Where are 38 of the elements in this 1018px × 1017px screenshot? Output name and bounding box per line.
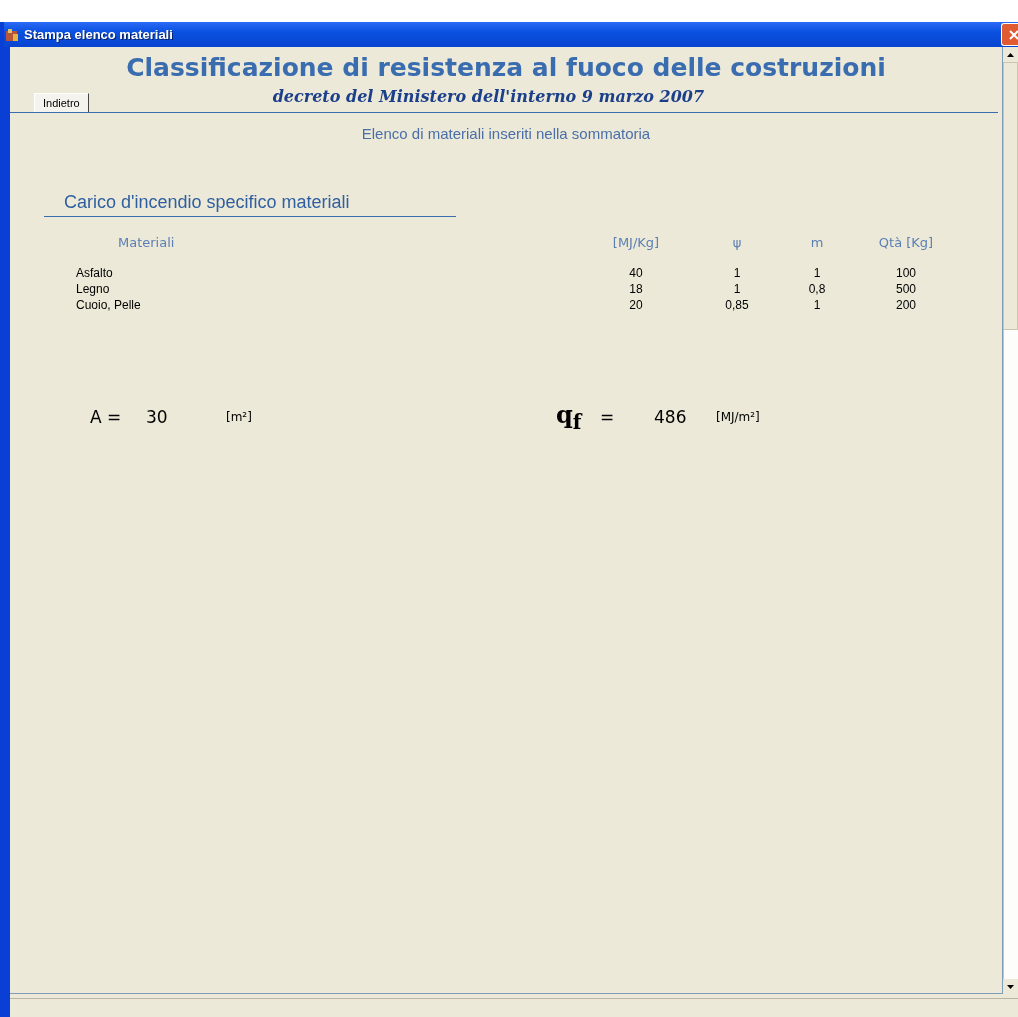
- table-cell-text: 18: [628, 282, 644, 296]
- close-button[interactable]: [1001, 23, 1018, 46]
- table-cell-text: Legno: [76, 282, 111, 296]
- area-label: A =: [90, 406, 123, 427]
- table-cell-text: 1: [732, 282, 742, 296]
- table-cell-text: 1: [812, 298, 822, 312]
- back-button[interactable]: Indietro: [34, 93, 89, 112]
- table-cell-text: 1: [812, 266, 822, 280]
- down-arrow-icon[interactable]: [1007, 984, 1014, 989]
- column-header: Qtà [Kg]: [877, 235, 935, 250]
- table-cell-text: 500: [895, 282, 917, 296]
- app-icon: [4, 26, 20, 43]
- list-caption: Elenco di materiali inseriti nella sommatoria: [360, 125, 652, 142]
- window-title: Stampa elenco materiali: [24, 27, 173, 42]
- table-cell-text: 1: [732, 266, 742, 280]
- up-arrow-icon[interactable]: [1007, 52, 1014, 57]
- table-cell-text: 100: [895, 266, 917, 280]
- table-cell-text: Cuoio, Pelle: [76, 298, 142, 312]
- table-cell-text: 40: [628, 266, 644, 280]
- section-title: Carico d'incendio specifico materiali: [44, 192, 456, 217]
- column-header: m: [809, 235, 825, 250]
- close-icon: [1008, 29, 1018, 40]
- page-subtitle: decreto del Ministero dell'interno 9 marzo 2007: [271, 87, 706, 108]
- load-label: q$_{f}$: [556, 400, 584, 434]
- table-cell-text: 0,8: [807, 282, 827, 296]
- table-cell-text: Asfalto: [76, 266, 114, 280]
- table-cell-text: 20: [628, 298, 644, 312]
- load-value: 486: [654, 406, 688, 427]
- equals-sign: =: [600, 406, 616, 427]
- load-unit: [MJ/m²]: [716, 409, 760, 424]
- column-header: [MJ/Kg]: [611, 235, 661, 250]
- area-value: 30: [146, 406, 169, 427]
- page-heading: Classificazione di resistenza al fuoco delle costruzioni: [125, 53, 887, 82]
- table-cell-text: 200: [895, 298, 917, 312]
- area-unit: [m²]: [226, 409, 253, 424]
- column-header: ψ: [731, 235, 743, 250]
- column-header: Materiali: [117, 235, 176, 250]
- table-cell-text: 0,85: [724, 298, 750, 312]
